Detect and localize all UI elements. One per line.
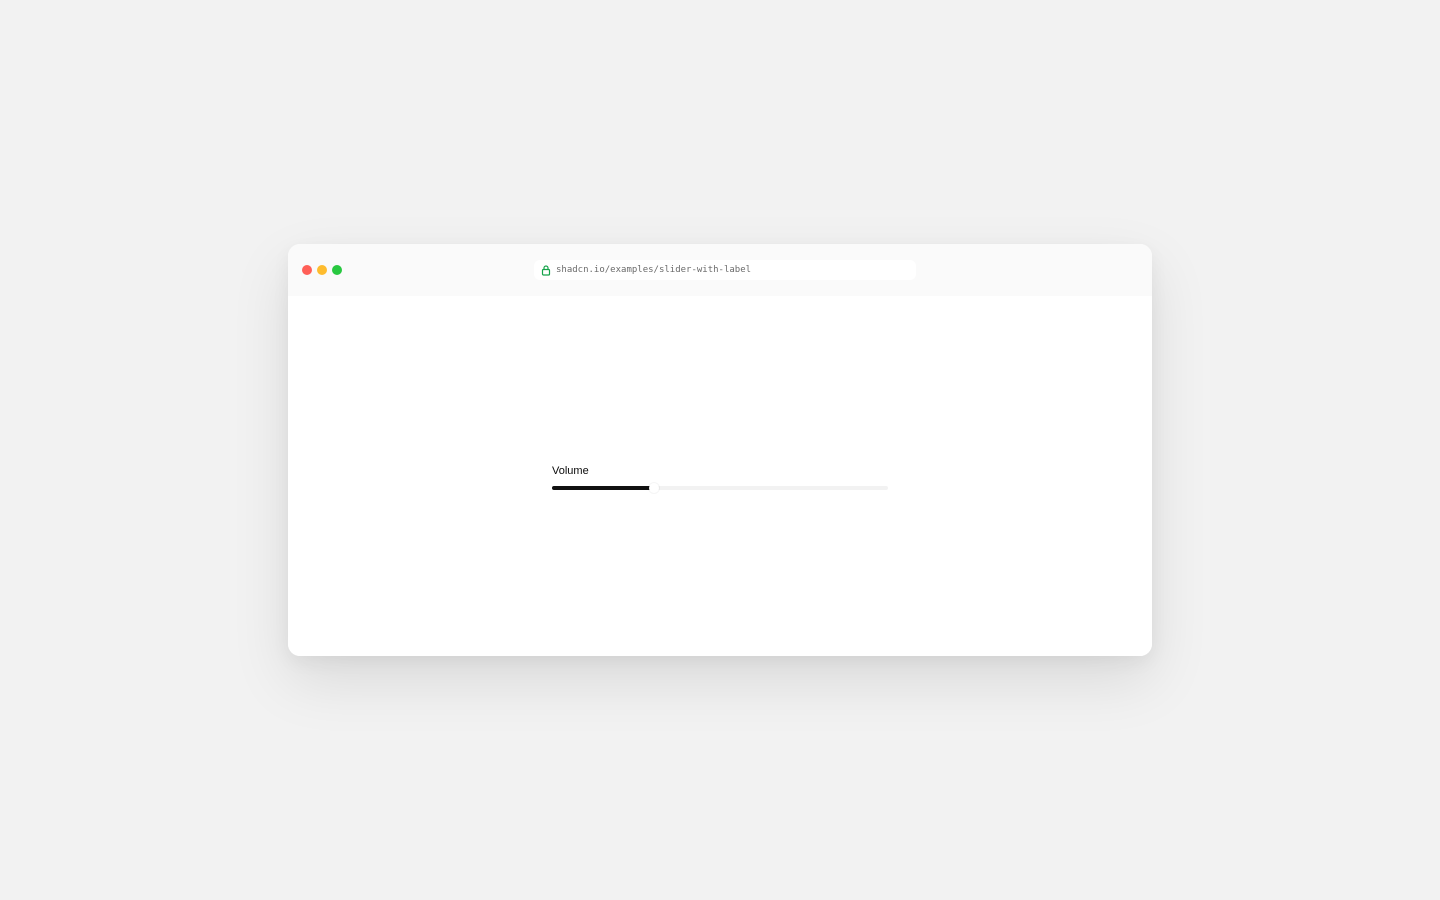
slider-range [552, 486, 653, 490]
slider-track[interactable] [552, 486, 888, 490]
address-bar[interactable]: shadcn.io/examples/slider-with-label [534, 260, 916, 280]
maximize-window-button[interactable] [332, 265, 342, 275]
minimize-window-button[interactable] [317, 265, 327, 275]
browser-titlebar: shadcn.io/examples/slider-with-label [288, 244, 1152, 296]
browser-window: shadcn.io/examples/slider-with-label Vol… [288, 244, 1152, 656]
close-window-button[interactable] [302, 265, 312, 275]
lock-icon [541, 265, 551, 276]
volume-slider[interactable] [552, 483, 888, 493]
page-content: Volume [288, 296, 1152, 656]
address-url: shadcn.io/examples/slider-with-label [556, 265, 752, 275]
slider-thumb[interactable] [648, 483, 659, 493]
slider-label: Volume [552, 465, 589, 477]
slider-with-label: Volume [552, 464, 888, 493]
